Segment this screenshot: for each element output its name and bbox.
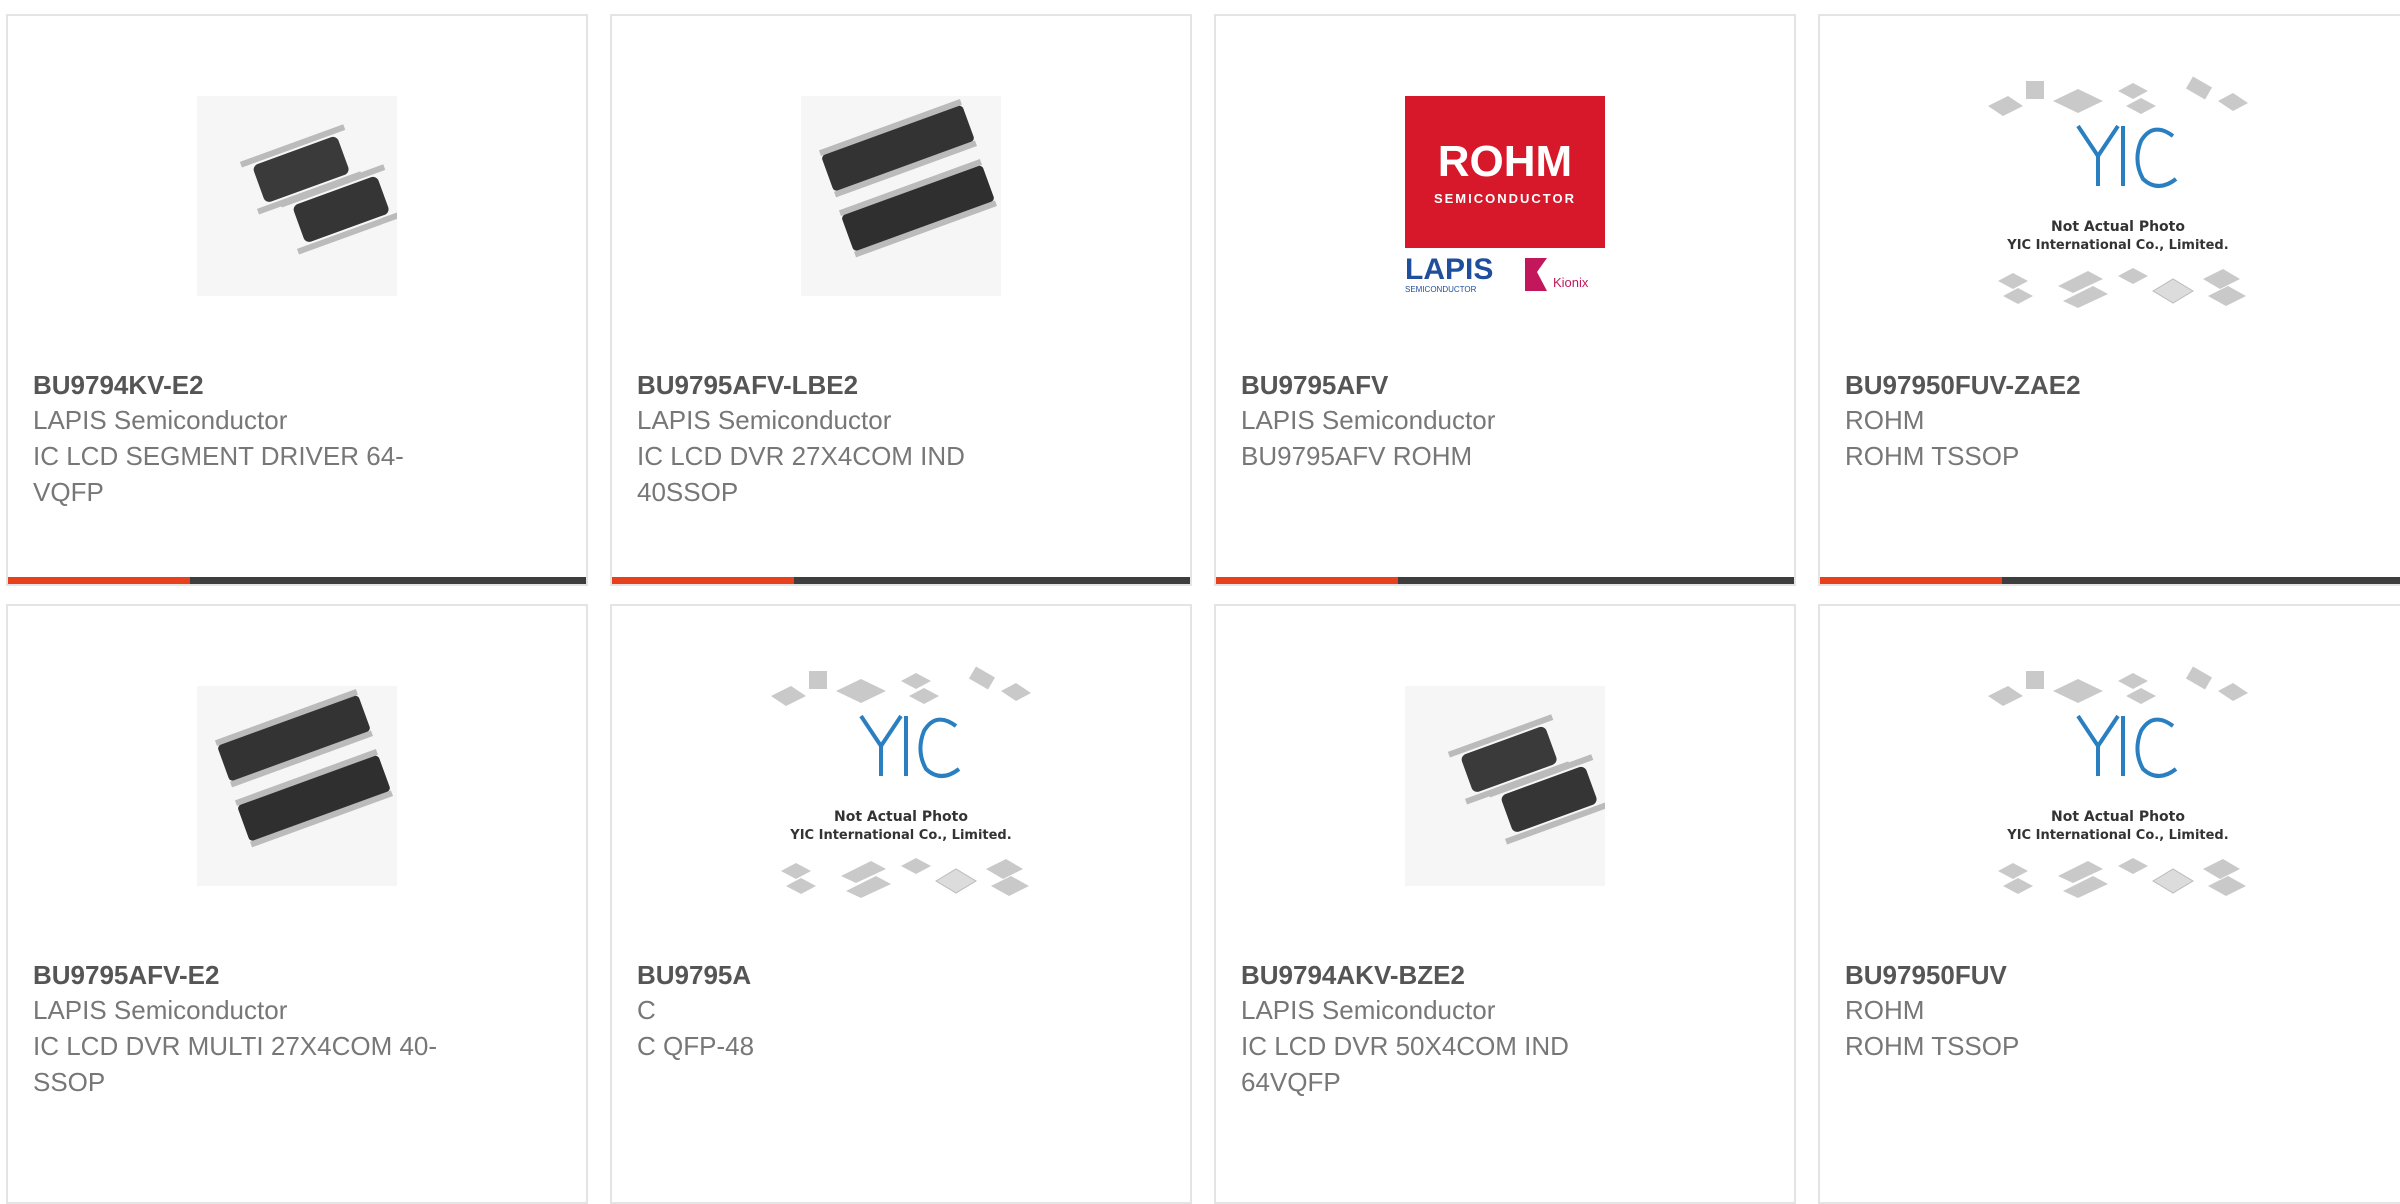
qfp-chip-image [197,96,397,296]
ssop-chip-image [197,686,397,886]
manufacturer: LAPIS Semiconductor [1241,995,1496,1025]
manufacturer: ROHM [1845,405,1925,435]
product-image[interactable]: Not Actual Photo YIC International Co., … [612,666,1190,906]
ssop-chip-image [801,96,1001,296]
description: IC LCD SEGMENT DRIVER 64-VQFP [33,441,404,507]
product-image[interactable]: Not Actual Photo YIC International Co., … [1820,666,2400,906]
card-bottom-bar [612,577,1190,584]
manufacturer: LAPIS Semiconductor [1241,405,1496,435]
manufacturer: C [637,995,656,1025]
part-number[interactable]: BU97950FUV [1845,958,2356,992]
yic-placeholder-image: Not Actual Photo YIC International Co., … [771,666,1031,898]
product-image[interactable]: ROHM SEMICONDUCTOR LAPIS SEMICONDUCTOR K… [1216,76,1794,316]
part-number[interactable]: BU9795AFV [1241,368,1734,402]
description: IC LCD DVR 50X4COM IND 64VQFP [1241,1031,1569,1097]
description: BU9795AFV ROHM [1241,441,1473,471]
product-card[interactable]: BU9794KV-E2 LAPIS Semiconductor IC LCD S… [6,14,588,586]
part-number[interactable]: BU9795A [637,958,1130,992]
part-number[interactable]: BU97950FUV-ZAE2 [1845,368,2356,402]
rohm-logo-subtext: SEMICONDUCTOR [1434,191,1576,206]
card-bottom-bar [1820,577,2400,584]
product-card[interactable]: ROHM SEMICONDUCTOR LAPIS SEMICONDUCTOR K… [1214,14,1796,586]
product-image[interactable]: Not Actual Photo YIC International Co., … [1820,76,2400,316]
manufacturer: LAPIS Semiconductor [33,405,288,435]
kionix-logo-text: Kionix [1553,275,1589,290]
lapis-logo-text: LAPIS [1405,253,1493,286]
placeholder-line2: YIC International Co., Limited. [789,828,1011,843]
part-number[interactable]: BU9795AFV-LBE2 [637,368,1130,402]
description: C QFP-48 [637,1031,755,1061]
placeholder-line1: Not Actual Photo [834,809,968,825]
yic-placeholder-image: Not Actual Photo YIC International Co., … [1988,666,2248,898]
product-card[interactable]: BU9795AFV-E2 LAPIS Semiconductor IC LCD … [6,604,588,1204]
yic-placeholder-image: Not Actual Photo YIC International Co., … [1988,76,2248,308]
description: IC LCD DVR MULTI 27X4COM 40-SSOP [33,1031,438,1097]
placeholder-line1: Not Actual Photo [2051,219,2185,235]
placeholder-line2: YIC International Co., Limited. [2006,238,2228,253]
description: IC LCD DVR 27X4COM IND 40SSOP [637,441,965,507]
product-card[interactable]: Not Actual Photo YIC International Co., … [1818,604,2400,1204]
part-number[interactable]: BU9794AKV-BZE2 [1241,958,1734,992]
product-card[interactable]: Not Actual Photo YIC International Co., … [1818,14,2400,586]
product-image[interactable] [8,666,586,906]
product-card[interactable]: Not Actual Photo YIC International Co., … [610,604,1192,1204]
qfp-chip-image [1405,686,1605,886]
manufacturer: LAPIS Semiconductor [637,405,892,435]
product-card[interactable]: BU9795AFV-LBE2 LAPIS Semiconductor IC LC… [610,14,1192,586]
part-number[interactable]: BU9794KV-E2 [33,368,526,402]
product-image[interactable] [612,76,1190,316]
rohm-logo-text: ROHM [1438,137,1572,186]
description: ROHM TSSOP [1845,1031,2020,1061]
product-image[interactable] [1216,666,1794,906]
placeholder-line2: YIC International Co., Limited. [2006,828,2228,843]
card-bottom-bar [8,577,586,584]
product-image[interactable] [8,76,586,316]
placeholder-line1: Not Actual Photo [2051,809,2185,825]
manufacturer: LAPIS Semiconductor [33,995,288,1025]
product-card[interactable]: BU9794AKV-BZE2 LAPIS Semiconductor IC LC… [1214,604,1796,1204]
part-number[interactable]: BU9795AFV-E2 [33,958,526,992]
description: ROHM TSSOP [1845,441,2020,471]
rohm-lapis-logo: ROHM SEMICONDUCTOR LAPIS SEMICONDUCTOR K… [1405,96,1605,294]
card-bottom-bar [1216,577,1794,584]
lapis-logo-subtext: SEMICONDUCTOR [1405,285,1477,294]
manufacturer: ROHM [1845,995,1925,1025]
